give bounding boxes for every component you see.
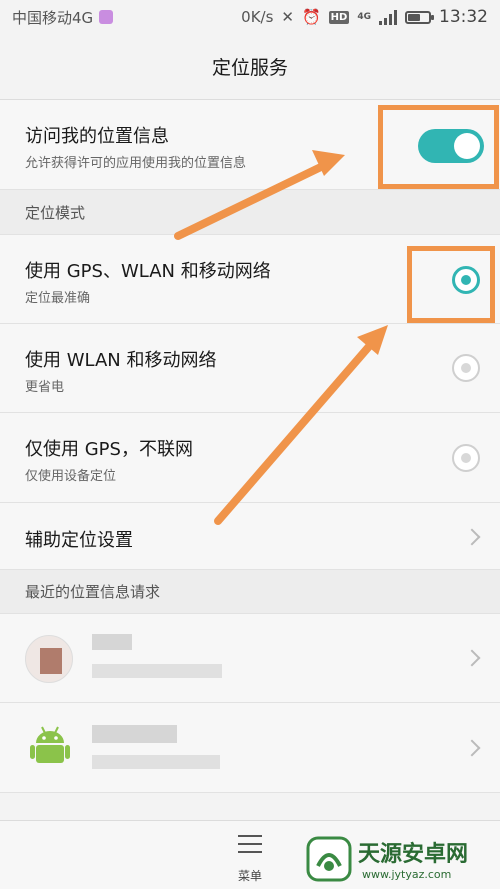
assist-settings-title: 辅助定位设置	[25, 530, 133, 551]
mode-subtitle: 定位最准确	[25, 291, 91, 306]
watermark-url: www.jytyaz.com	[362, 868, 452, 881]
mode-title: 仅使用 GPS，不联网	[25, 439, 193, 460]
mode-row-wlan-mobile[interactable]: 使用 WLAN 和移动网络 更省电	[0, 324, 500, 413]
app-name-blurred	[92, 634, 132, 650]
mode-title: 使用 WLAN 和移动网络	[25, 350, 217, 371]
watermark-logo: 天源安卓网 www.jytyaz.com	[300, 830, 500, 889]
image-notification-icon	[99, 10, 114, 24]
android-icon	[30, 726, 70, 763]
mode-title: 使用 GPS、WLAN 和移动网络	[25, 261, 271, 282]
radio-button[interactable]	[452, 354, 480, 382]
recent-app-row[interactable]	[0, 703, 500, 793]
app-detail-blurred	[92, 664, 222, 678]
signal-icon	[379, 9, 397, 25]
status-bar: 中国移动4G 0K/s ✕ ⏰ HD 4G 13:32	[0, 0, 500, 34]
hd-badge: HD	[328, 10, 350, 24]
radio-button[interactable]	[452, 444, 480, 472]
section-header-recent: 最近的位置信息请求	[0, 570, 500, 614]
page-title: 定位服务	[211, 57, 288, 79]
app-icon-blurred	[25, 635, 73, 683]
battery-icon	[405, 10, 434, 24]
mode-subtitle: 仅使用设备定位	[25, 469, 117, 484]
alarm-icon: ⏰	[301, 8, 321, 26]
section-label-recent: 最近的位置信息请求	[25, 583, 161, 601]
page-title-bar: 定位服务	[0, 34, 500, 100]
chevron-right-icon	[463, 649, 481, 667]
app-name-blurred	[92, 725, 177, 743]
app-detail-blurred	[92, 755, 220, 769]
section-header-mode: 定位模式	[0, 190, 500, 235]
carrier-label: 中国移动4G	[12, 8, 94, 27]
chevron-right-icon	[463, 528, 481, 546]
highlight-box-toggle	[378, 105, 499, 189]
highlight-box-radio	[407, 246, 495, 323]
chevron-right-icon	[463, 739, 481, 757]
network-type-badge: 4G	[357, 12, 371, 22]
vibrate-off-icon: ✕	[281, 8, 294, 26]
menu-icon[interactable]	[238, 835, 262, 853]
section-label-mode: 定位模式	[25, 203, 86, 222]
assist-settings-row[interactable]: 辅助定位设置	[0, 503, 500, 570]
access-location-subtitle: 允许获得许可的应用使用我的位置信息	[25, 156, 247, 171]
watermark-brand: 天源安卓网	[358, 842, 469, 867]
access-location-title: 访问我的位置信息	[25, 126, 169, 147]
mode-row-gps-only[interactable]: 仅使用 GPS，不联网 仅使用设备定位	[0, 413, 500, 503]
network-speed: 0K/s	[241, 8, 274, 26]
recent-app-row[interactable]	[0, 614, 500, 703]
mode-subtitle: 更省电	[25, 380, 65, 395]
clock: 13:32	[439, 7, 488, 27]
watermark-icon	[306, 836, 352, 882]
